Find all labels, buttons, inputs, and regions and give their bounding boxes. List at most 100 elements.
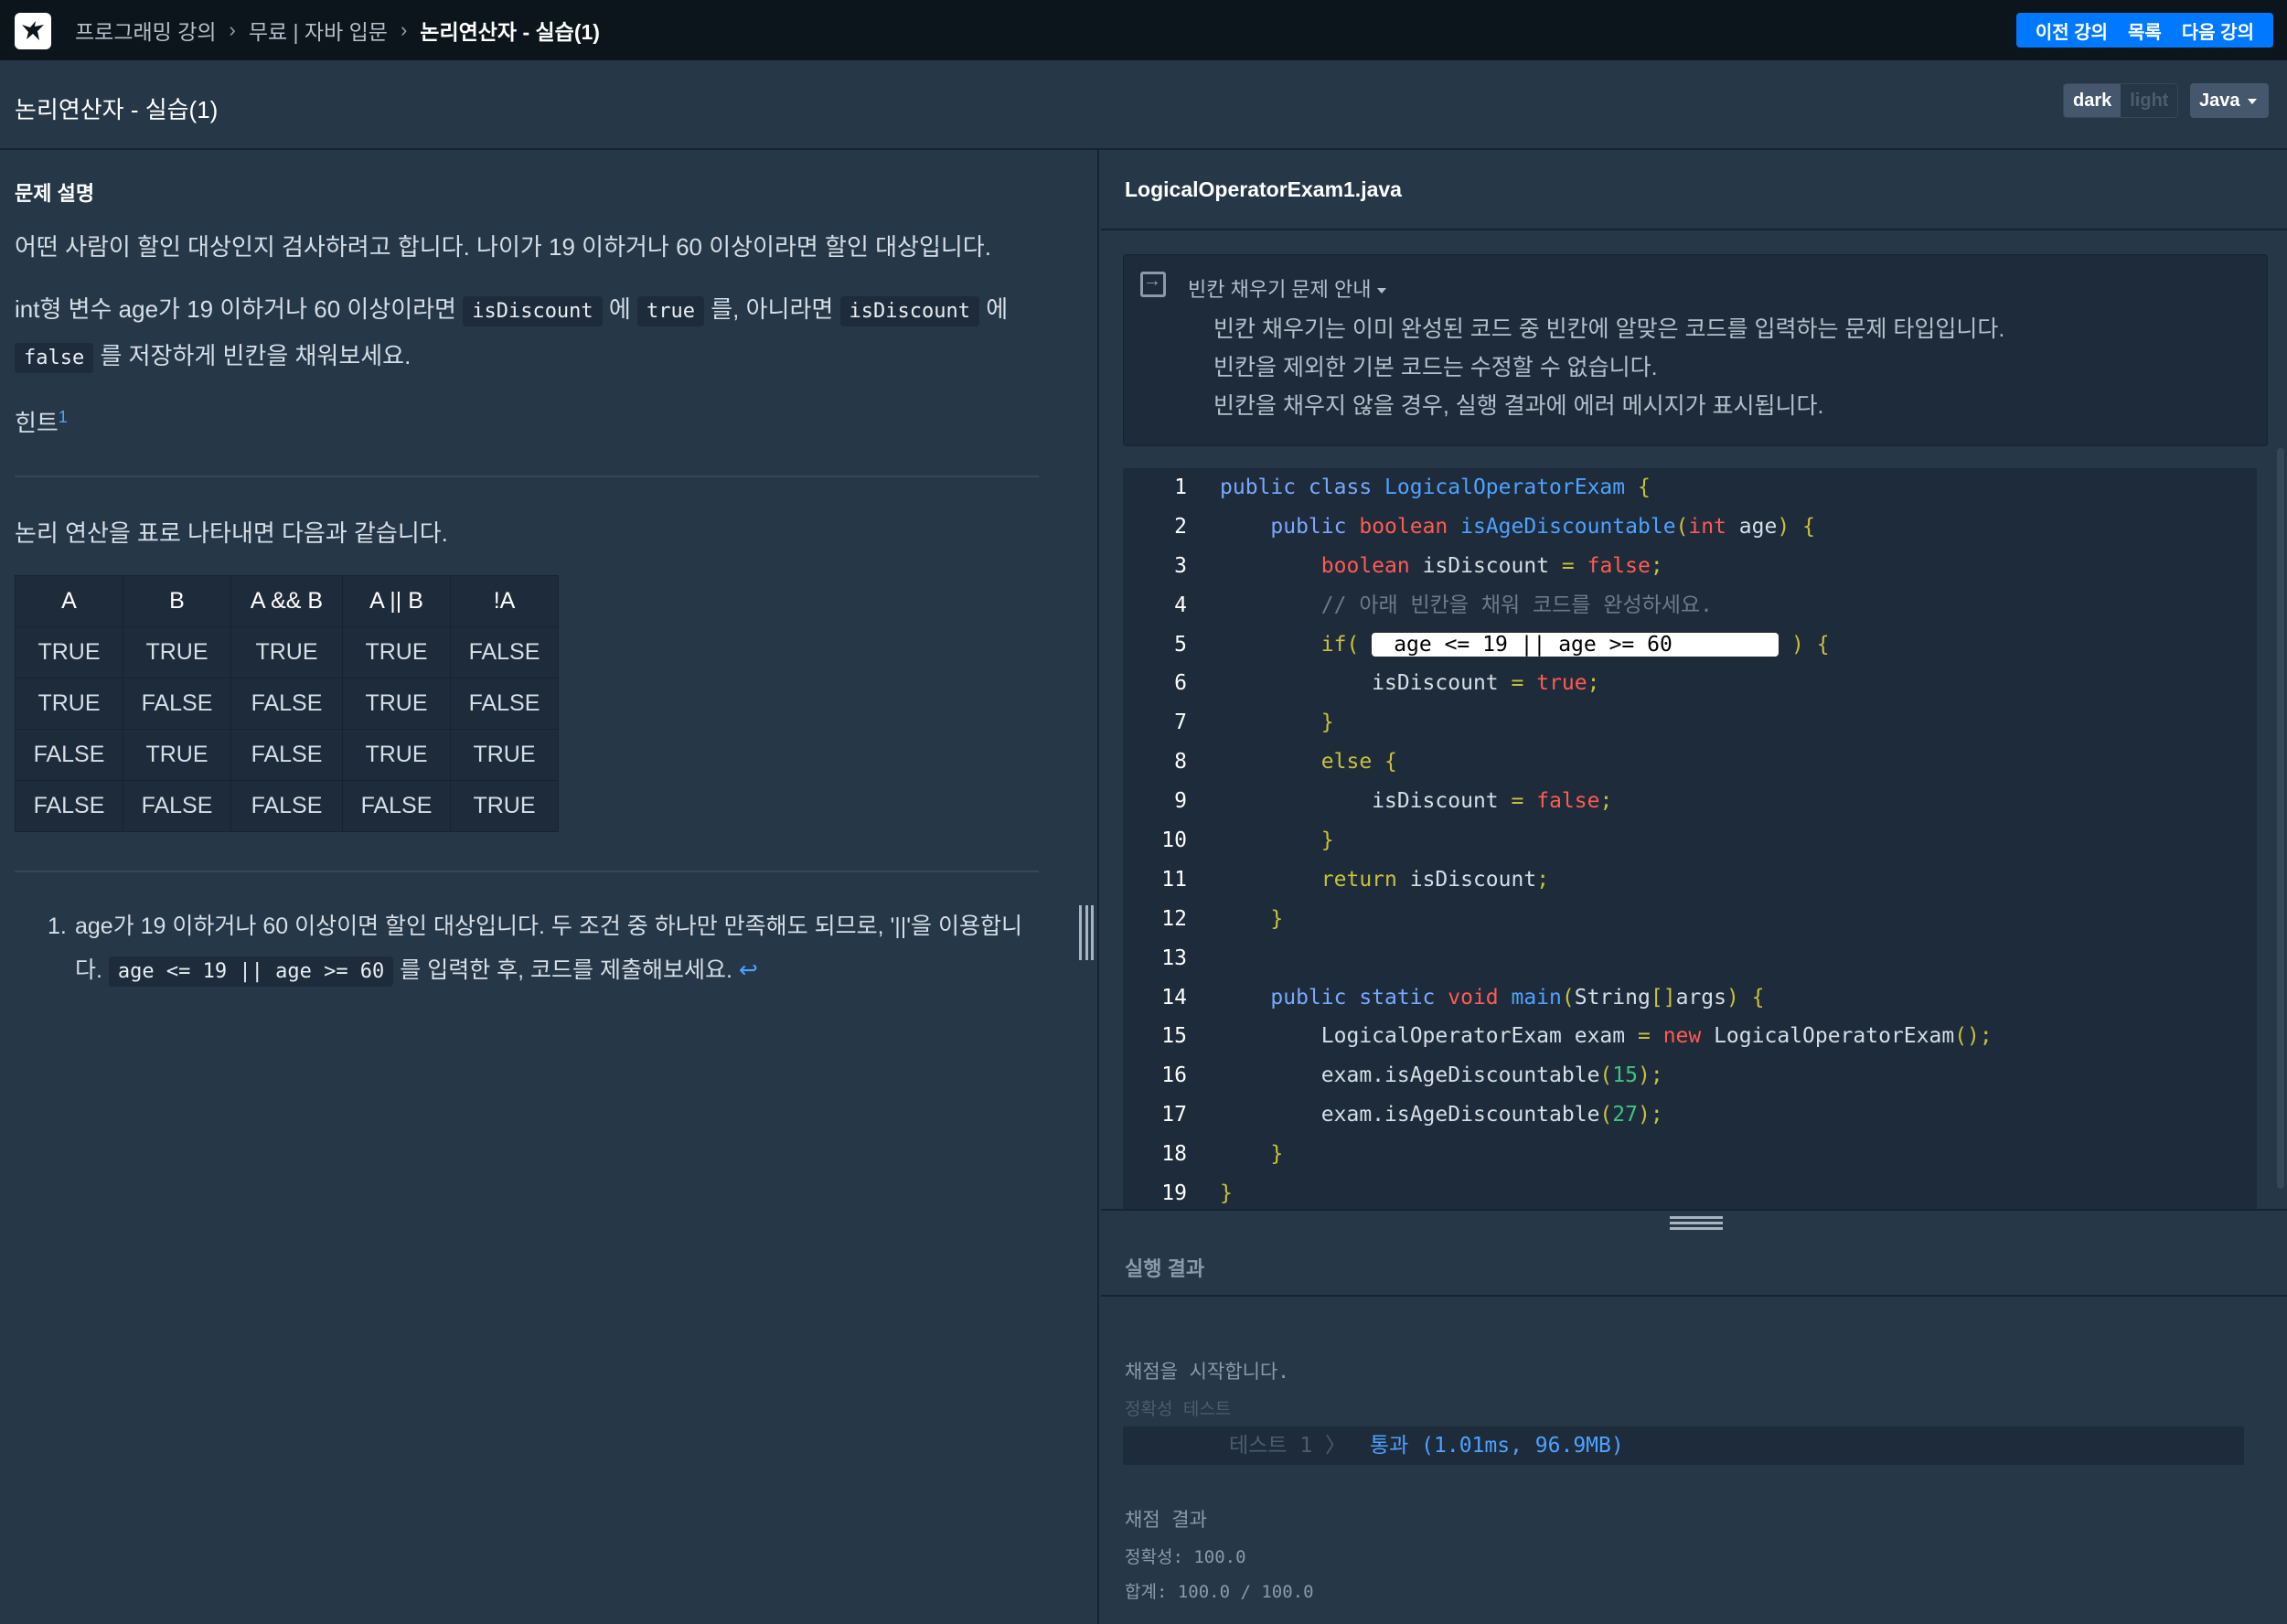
- code-line: public class LogicalOperatorExam {: [1220, 475, 1651, 499]
- table-cell: TRUE: [123, 626, 231, 678]
- guide-toggle[interactable]: 빈칸 채우기 문제 안내: [1188, 273, 1386, 303]
- resize-grip-line: [1670, 1216, 1723, 1219]
- line-number: 11: [1161, 867, 1187, 892]
- breadcrumb-item-course[interactable]: 무료 | 자바 입문: [249, 15, 388, 46]
- hint-footnote-link[interactable]: 1: [59, 408, 68, 426]
- code-line: else {: [1320, 750, 1397, 775]
- blank-answer-input[interactable]: age <= 19 || age >= 60: [1372, 633, 1779, 657]
- next-lesson-button[interactable]: 다음 강의: [2172, 17, 2264, 44]
- editor-panel: LogicalOperatorExam1.java 빈칸 채우기 문제 안내 빈…: [1101, 150, 2287, 1624]
- breadcrumb-item-current: 논리연산자 - 실습(1): [420, 20, 600, 44]
- table-header: !A: [450, 575, 559, 627]
- table-cell: FALSE: [15, 729, 123, 781]
- table-cell: FALSE: [15, 780, 123, 832]
- code-line: }: [1320, 828, 1334, 853]
- line-number: 2: [1174, 514, 1187, 539]
- theme-light-button[interactable]: light: [2121, 84, 2178, 117]
- test-result-status: 통과 (1.01ms, 96.9MB): [1370, 1434, 1624, 1458]
- guide-line: 빈칸을 제외한 기본 코드는 수정할 수 없습니다.: [1213, 355, 1658, 380]
- theme-dark-button[interactable]: dark: [2064, 84, 2121, 117]
- table-cell: FALSE: [450, 626, 559, 678]
- table-cell: TRUE: [342, 729, 451, 781]
- table-cell: TRUE: [342, 626, 451, 678]
- top-navbar: 프로그래밍 강의 › 무료 | 자바 입문 › 논리연산자 - 실습(1) 이전…: [0, 0, 2287, 60]
- inline-code: false: [15, 343, 94, 373]
- splitter-grip-line: [1079, 905, 1082, 960]
- table-row: TRUE TRUE TRUE TRUE FALSE: [15, 626, 559, 678]
- line-number: 8: [1174, 750, 1187, 775]
- lesson-title-bar: 논리연산자 - 실습(1) dark light Java: [0, 60, 2287, 150]
- result-resize-handle[interactable]: [1670, 1216, 1723, 1231]
- table-header: A && B: [230, 575, 343, 627]
- code-line: }: [1270, 906, 1284, 931]
- test-name: 테스트 1 〉: [1229, 1434, 1347, 1458]
- guide-line: 빈칸을 채우지 않을 경우, 실행 결과에 에러 메시지가 표시됩니다.: [1213, 393, 1824, 419]
- splitter-grip-line: [1085, 905, 1088, 960]
- page-title: 논리연산자 - 실습(1): [15, 96, 219, 123]
- table-header: A: [15, 575, 123, 627]
- editor-scrollbar[interactable]: [2277, 448, 2284, 1189]
- code-line: }: [1320, 710, 1334, 735]
- code-editor[interactable]: 1 2 3 4 5 6 7 8 9 10 11 12 13 14 15 16 1…: [1123, 468, 2257, 1209]
- inline-code: true: [637, 296, 705, 326]
- result-title[interactable]: 실행 결과: [1125, 1253, 1204, 1282]
- code-line: isDiscount = true;: [1220, 671, 1600, 696]
- divider: [15, 871, 1039, 872]
- line-number-gutter: 1 2 3 4 5 6 7 8 9 10 11 12 13 14 15 16 1…: [1123, 468, 1187, 1213]
- table-cell: TRUE: [123, 729, 231, 781]
- panel-splitter-handle[interactable]: [1079, 905, 1094, 960]
- table-cell: FALSE: [342, 780, 451, 832]
- problem-heading: 문제 설명: [15, 182, 95, 205]
- line-number: 1: [1174, 475, 1187, 499]
- resize-grip-line: [1670, 1222, 1723, 1224]
- test-result-row: 테스트 1 〉 통과 (1.01ms, 96.9MB): [1123, 1426, 2244, 1465]
- footnote-text: 를 입력한 후, 코드를 제출해보세요.: [393, 957, 739, 983]
- line-number: 16: [1161, 1063, 1187, 1088]
- problem-text: int형 변수 age가 19 이하거나 60 이상이라면: [15, 295, 464, 323]
- table-cell: TRUE: [450, 780, 559, 832]
- grading-start-text: 채점을 시작합니다.: [1125, 1361, 1289, 1383]
- truth-table: A B A && B A || B !A TRUE TRUE TRUE TRUE…: [15, 575, 559, 832]
- problem-paragraph-2: int형 변수 age가 19 이하거나 60 이상이라면 isDiscount…: [15, 287, 1048, 380]
- code-line: return isDiscount;: [1320, 867, 1550, 892]
- problem-text: 에: [978, 295, 1009, 323]
- code-line: exam.isAgeDiscountable(15);: [1220, 1063, 1663, 1088]
- guide-toggle-icon[interactable]: [1140, 271, 1166, 297]
- breadcrumb-item-courses[interactable]: 프로그래밍 강의: [75, 15, 217, 46]
- prev-lesson-button[interactable]: 이전 강의: [2025, 17, 2118, 44]
- file-tab: LogicalOperatorExam1.java: [1101, 150, 2287, 230]
- bird-logo-icon[interactable]: [15, 13, 51, 49]
- code-line: if( age <= 19 || age >= 60 ) {: [1320, 632, 1830, 657]
- code-comment: // 아래 빈칸을 채워 코드를 완성하세요.: [1320, 593, 1713, 617]
- guide-line: 빈칸 채우기는 이미 완성된 코드 중 빈칸에 알맞은 코드를 입력하는 문제 …: [1213, 316, 2005, 342]
- footnote-body: age가 19 이하거나 60 이상이면 할인 대상입니다. 두 조건 중 하나…: [48, 904, 1035, 994]
- total-score: 합계: 100.0 / 100.0: [1125, 1582, 1314, 1602]
- accuracy-score: 정확성: 100.0: [1125, 1547, 1246, 1567]
- table-header: B: [123, 575, 231, 627]
- inline-code: age <= 19 || age >= 60: [108, 956, 394, 987]
- code-line: }: [1270, 1142, 1284, 1167]
- footnote-number: 1.: [48, 914, 67, 939]
- line-number: 4: [1174, 593, 1187, 617]
- line-number: 3: [1174, 553, 1187, 578]
- table-row: FALSE TRUE FALSE TRUE TRUE: [15, 729, 559, 781]
- hint-label: 힌트1: [15, 395, 68, 445]
- grading-summary-title: 채점 결과: [1125, 1509, 1207, 1531]
- code-line: isDiscount = false;: [1220, 789, 1613, 814]
- footnote-back-link[interactable]: ↩: [739, 957, 758, 983]
- inline-code: isDiscount: [463, 296, 603, 326]
- chevron-right-icon: ›: [229, 18, 236, 41]
- line-number: 14: [1161, 985, 1187, 1010]
- table-intro: 논리 연산을 표로 나타내면 다음과 같습니다.: [15, 519, 448, 547]
- table-cell: TRUE: [450, 729, 559, 781]
- problem-panel[interactable]: 문제 설명 어떤 사람이 할인 대상인지 검사하려고 합니다. 나이가 19 이…: [0, 150, 1099, 1624]
- code-line: public boolean isAgeDiscountable(int age…: [1270, 514, 1815, 539]
- result-columns: 정확성 테스트: [1125, 1399, 1232, 1419]
- line-number: 10: [1161, 828, 1187, 853]
- language-select[interactable]: Java: [2190, 83, 2269, 118]
- list-button[interactable]: 목록: [2118, 17, 2172, 44]
- line-number: 7: [1174, 710, 1187, 735]
- file-name[interactable]: LogicalOperatorExam1.java: [1125, 177, 1402, 202]
- table-cell: FALSE: [230, 678, 343, 730]
